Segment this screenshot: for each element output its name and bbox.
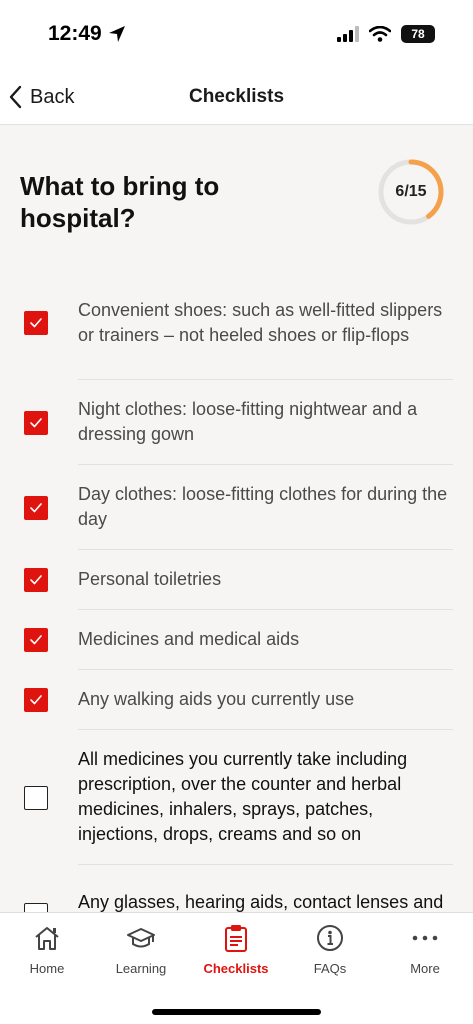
tab-bar: Home Learning Checklists FAQs More — [0, 912, 473, 1024]
checklist-item[interactable]: Night clothes: loose-fitting nightwear a… — [0, 380, 473, 465]
checkbox-unchecked[interactable] — [24, 903, 48, 912]
checkmark-icon — [30, 695, 42, 705]
tab-learning[interactable]: Learning — [94, 923, 188, 976]
nav-title: Checklists — [188, 86, 285, 107]
checklist-content[interactable]: What to bring to hospital? 6/15 Convenie… — [0, 126, 473, 912]
checkbox-checked[interactable] — [24, 495, 48, 520]
checkbox-checked[interactable] — [24, 688, 48, 712]
checklist-item-body: Convenient shoes: such as well-fitted sl… — [78, 266, 453, 380]
checklist-item-label: Personal toiletries — [78, 569, 222, 589]
progress-ring: 6/15 — [377, 158, 445, 226]
progress-count: 6/15 — [395, 183, 427, 200]
home-icon — [33, 923, 61, 953]
tab-home[interactable]: Home — [0, 923, 94, 976]
signal-icon — [337, 26, 359, 42]
checkbox-checked[interactable] — [24, 628, 48, 652]
checklist-item-body: Medicines and medical aids — [78, 610, 453, 670]
tab-label: Checklists — [203, 961, 269, 976]
graduation-cap-icon — [126, 923, 156, 953]
checklist-item-label: Any walking aids you currently use — [78, 689, 355, 709]
tab-label: Learning — [115, 961, 167, 976]
checklist-item-body: Personal toiletries — [78, 550, 453, 610]
status-time: 12:49 — [48, 22, 102, 45]
checklist-item-body: Any glasses, hearing aids, contact lense… — [78, 865, 453, 912]
checkbox-checked[interactable] — [24, 568, 48, 592]
checklist-item[interactable]: All medicines you currently take includi… — [0, 730, 473, 865]
checkbox-checked[interactable] — [24, 311, 48, 335]
tab-label: More — [410, 961, 440, 976]
tab-more[interactable]: More — [378, 923, 472, 976]
checklist-item[interactable]: Medicines and medical aids — [0, 610, 473, 670]
home-indicator — [152, 1009, 321, 1015]
checklist-item-label: Medicines and medical aids — [78, 629, 300, 649]
checkbox-unchecked[interactable] — [24, 785, 48, 810]
status-icons: 78 — [337, 25, 435, 43]
status-time-group: 12:49 — [48, 22, 126, 46]
page-title: What to bring to hospital? — [20, 171, 220, 233]
checklist: Convenient shoes: such as well-fitted sl… — [0, 266, 473, 912]
status-bar: 12:49 78 — [0, 0, 473, 70]
tab-checklists[interactable]: Checklists — [189, 923, 283, 976]
checklist-item-body: Day clothes: loose-fitting clothes for d… — [78, 465, 453, 550]
checkmark-icon — [30, 635, 42, 645]
checklist-item-body: All medicines you currently take includi… — [78, 730, 453, 865]
checklist-header: What to bring to hospital? 6/15 — [20, 159, 450, 234]
checklist-item[interactable]: Any walking aids you currently use — [0, 670, 473, 730]
tab-label: FAQs — [313, 961, 347, 976]
tab-faqs[interactable]: FAQs — [283, 923, 377, 976]
tab-label: Home — [29, 961, 65, 976]
checklist-item-body: Night clothes: loose-fitting nightwear a… — [78, 380, 453, 465]
checklist-item[interactable]: Convenient shoes: such as well-fitted sl… — [0, 266, 473, 380]
checkmark-icon — [30, 318, 42, 328]
info-icon — [316, 923, 344, 953]
checklist-item-label: Night clothes: loose-fitting nightwear a… — [78, 399, 418, 444]
nav-bar: Back Checklists — [0, 70, 473, 125]
checklist-item[interactable]: Day clothes: loose-fitting clothes for d… — [0, 465, 473, 550]
checklist-item-label: Convenient shoes: such as well-fitted sl… — [78, 299, 443, 345]
wifi-icon — [369, 26, 391, 42]
checkmark-icon — [30, 502, 42, 512]
checklist-item-label: Day clothes: loose-fitting clothes for d… — [78, 484, 448, 529]
location-arrow-icon — [108, 26, 125, 42]
checkbox-checked[interactable] — [24, 410, 48, 435]
checklist-item-label: All medicines you currently take includi… — [78, 749, 408, 844]
checklist-item[interactable]: Any glasses, hearing aids, contact lense… — [0, 865, 473, 912]
checkmark-icon — [30, 575, 42, 585]
more-icon — [411, 923, 439, 953]
clipboard-icon — [223, 923, 249, 953]
checkmark-icon — [30, 417, 42, 427]
checklist-item[interactable]: Personal toiletries — [0, 550, 473, 610]
checklist-item-body: Any walking aids you currently use — [78, 670, 453, 730]
checklist-item-label: Any glasses, hearing aids, contact lense… — [78, 891, 444, 912]
battery-indicator: 78 — [401, 25, 435, 43]
